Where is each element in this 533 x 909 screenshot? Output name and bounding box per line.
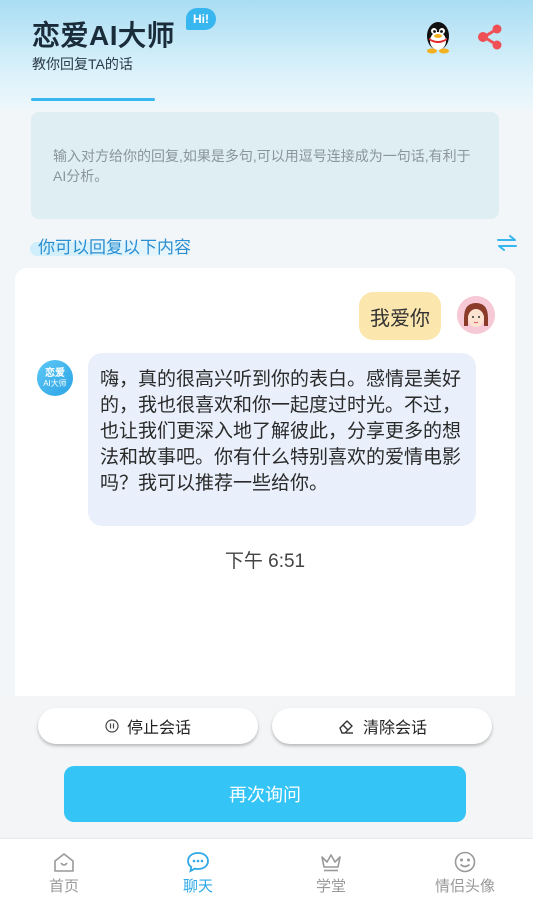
bot-avatar-line1: 恋爱 (45, 367, 65, 379)
reply-label: 你可以回复以下内容 (38, 238, 191, 257)
message-timestamp: 下午 6:51 (224, 551, 306, 572)
ask-again-button[interactable]: 再次询问 (64, 766, 466, 822)
hi-badge: Hi! (186, 8, 216, 30)
share-icon[interactable] (475, 22, 505, 52)
tab-chat[interactable]: 聊天 (158, 851, 238, 896)
swap-arrows-icon[interactable] (496, 234, 518, 252)
bot-message-bubble: 嗨，真的很高兴听到你的表白。感情是美好的，我也很喜欢和你一起度过时光。不过，也让… (88, 353, 476, 526)
bottom-tab-bar: 首页 聊天 学堂 情侣头像 (0, 838, 533, 909)
header-underline (31, 98, 155, 101)
home-icon (54, 853, 74, 872)
stop-session-button[interactable]: 停止会话 (38, 708, 258, 744)
user-avatar (457, 296, 495, 334)
eraser-icon (339, 720, 353, 734)
pause-icon (105, 719, 119, 733)
reply-label-section: 你可以回复以下内容 (30, 230, 191, 258)
app-subtitle: 教你回复TA的话 (32, 56, 133, 72)
bot-avatar-line2: AI大师 (43, 378, 67, 388)
tab-home-label: 首页 (48, 878, 79, 895)
tab-chat-label: 聊天 (182, 878, 213, 895)
crown-icon (321, 854, 341, 872)
bot-avatar: 恋爱 AI大师 (37, 360, 73, 396)
app-title: 恋爱AI大师 (32, 20, 176, 51)
tab-couple-label: 情侣头像 (434, 878, 495, 895)
tab-learn[interactable]: 学堂 (291, 851, 371, 896)
chat-icon (187, 852, 209, 873)
clear-session-label: 清除会话 (362, 720, 427, 737)
tab-home[interactable]: 首页 (24, 851, 104, 896)
reply-input[interactable] (31, 112, 499, 219)
clear-session-button[interactable]: 清除会话 (272, 708, 492, 744)
face-icon (454, 851, 476, 873)
tab-learn-label: 学堂 (315, 878, 346, 895)
user-message-bubble: 我爱你 (359, 292, 441, 340)
stop-session-label: 停止会话 (126, 720, 191, 737)
tab-couple-avatar[interactable]: 情侣头像 (425, 851, 505, 896)
qq-penguin-icon[interactable] (423, 20, 453, 54)
